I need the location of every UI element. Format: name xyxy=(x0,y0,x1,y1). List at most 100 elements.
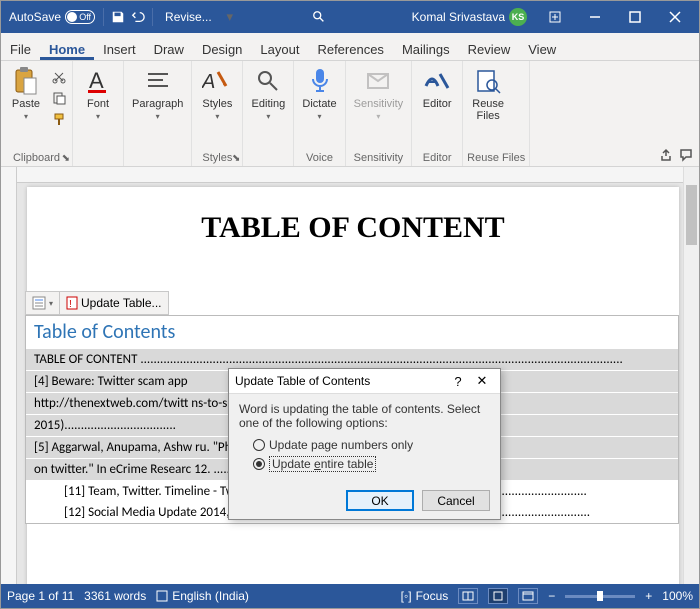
dialog-launcher-icon[interactable]: ⬊ xyxy=(62,153,70,164)
dialog-launcher-icon[interactable]: ⬊ xyxy=(232,153,240,164)
spellcheck-icon xyxy=(156,590,168,602)
styles-icon: A xyxy=(202,66,232,96)
paste-icon xyxy=(11,66,41,96)
sensitivity-button: Sensitivity▾ xyxy=(350,64,408,124)
ribbon-options-icon[interactable] xyxy=(535,1,575,33)
editing-button[interactable]: Editing▾ xyxy=(247,64,289,124)
group-label: Clipboard xyxy=(5,150,68,166)
page-title: TABLE OF CONTENT xyxy=(39,211,667,245)
radio-update-entire-table[interactable]: Update entire table xyxy=(253,454,490,474)
read-mode-icon[interactable] xyxy=(458,588,478,604)
tab-file[interactable]: File xyxy=(1,38,40,60)
close-button[interactable] xyxy=(655,1,695,33)
group-reuse: Reuse Files Reuse Files xyxy=(463,61,530,166)
group-font: A Font▾ xyxy=(73,61,124,166)
group-label: Voice xyxy=(298,150,340,166)
share-icon[interactable] xyxy=(659,148,673,162)
save-icon[interactable] xyxy=(108,7,128,27)
undo-icon[interactable] xyxy=(128,7,148,27)
search-icon[interactable] xyxy=(312,10,332,24)
toc-icon xyxy=(32,296,46,310)
chevron-down-icon[interactable]: ▾ xyxy=(220,7,240,27)
autosave-toggle[interactable]: AutoSave Off xyxy=(5,10,99,24)
autosave-label: AutoSave xyxy=(9,10,61,24)
radio-icon xyxy=(253,439,265,451)
radio-icon xyxy=(253,458,265,470)
group-editor: Editor Editor xyxy=(412,61,463,166)
group-paragraph: Paragraph▾ xyxy=(124,61,192,166)
language-indicator[interactable]: English (India) xyxy=(156,589,249,603)
tab-view[interactable]: View xyxy=(519,38,565,60)
tab-draw[interactable]: Draw xyxy=(145,38,193,60)
find-icon xyxy=(253,66,283,96)
focus-mode-button[interactable]: [◦] Focus xyxy=(401,589,449,603)
dialog-message: Word is updating the table of contents. … xyxy=(239,402,490,430)
zoom-out-button[interactable]: − xyxy=(548,589,555,603)
svg-text:A: A xyxy=(202,71,215,93)
toggle-off-icon[interactable]: Off xyxy=(65,10,95,24)
dictate-button[interactable]: Dictate▾ xyxy=(298,64,340,124)
update-table-button[interactable]: ! Update Table... xyxy=(60,292,168,314)
page-indicator[interactable]: Page 1 of 11 xyxy=(7,589,74,603)
cut-icon[interactable] xyxy=(50,68,68,86)
group-label: Reuse Files xyxy=(467,150,525,166)
zoom-in-button[interactable]: + xyxy=(645,589,652,603)
ribbon-tabs: File Home Insert Draw Design Layout Refe… xyxy=(1,33,699,61)
user-account[interactable]: Komal Srivastava KS xyxy=(412,8,527,26)
paragraph-button[interactable]: Paragraph▾ xyxy=(128,64,187,124)
user-name: Komal Srivastava xyxy=(412,10,505,24)
radio-label: Update entire table xyxy=(269,456,376,472)
ok-button[interactable]: OK xyxy=(346,490,414,511)
toc-menu-button[interactable]: ▾ xyxy=(26,292,60,314)
group-sensitivity: Sensitivity▾ Sensitivity xyxy=(346,61,413,166)
format-painter-icon[interactable] xyxy=(50,110,68,128)
copy-icon[interactable] xyxy=(50,89,68,107)
tab-design[interactable]: Design xyxy=(193,38,251,60)
close-icon[interactable]: ✕ xyxy=(470,373,494,389)
tab-mailings[interactable]: Mailings xyxy=(393,38,459,60)
svg-text:A: A xyxy=(89,68,104,93)
statusbar: Page 1 of 11 3361 words English (India) … xyxy=(1,584,699,608)
minimize-button[interactable] xyxy=(575,1,615,33)
toc-heading: Table of Contents xyxy=(26,316,678,348)
group-label: Editor xyxy=(416,150,458,166)
comments-icon[interactable] xyxy=(679,148,693,162)
horizontal-ruler xyxy=(17,167,683,183)
reuse-files-button[interactable]: Reuse Files xyxy=(467,64,509,124)
editor-button[interactable]: Editor xyxy=(416,64,458,112)
paste-button[interactable]: Paste▾ xyxy=(5,64,47,124)
group-clipboard: Paste▾ Clipboard ⬊ xyxy=(1,61,73,166)
update-toc-dialog: Update Table of Contents ? ✕ Word is upd… xyxy=(228,368,501,520)
web-layout-icon[interactable] xyxy=(518,588,538,604)
toc-row: TABLE OF CONTENT .......................… xyxy=(26,349,678,370)
styles-button[interactable]: A Styles▾ xyxy=(196,64,238,124)
update-icon: ! xyxy=(66,296,78,310)
word-count[interactable]: 3361 words xyxy=(84,589,146,603)
vertical-scrollbar[interactable] xyxy=(683,167,699,584)
print-layout-icon[interactable] xyxy=(488,588,508,604)
radio-update-page-numbers[interactable]: Update page numbers only xyxy=(253,436,490,454)
tab-layout[interactable]: Layout xyxy=(251,38,308,60)
maximize-button[interactable] xyxy=(615,1,655,33)
radio-label: Update page numbers only xyxy=(269,438,413,452)
tab-references[interactable]: References xyxy=(308,38,392,60)
dialog-title: Update Table of Contents xyxy=(235,374,446,388)
group-editing: Editing▾ xyxy=(243,61,294,166)
dialog-titlebar[interactable]: Update Table of Contents ? ✕ xyxy=(229,369,500,394)
toc-toolbar: ▾ ! Update Table... xyxy=(25,291,169,315)
zoom-slider[interactable] xyxy=(565,595,635,598)
tab-home[interactable]: Home xyxy=(40,38,94,60)
paragraph-icon xyxy=(143,66,173,96)
help-button[interactable]: ? xyxy=(446,374,470,389)
cancel-button[interactable]: Cancel xyxy=(422,490,490,511)
document-title[interactable]: Revise... xyxy=(165,10,212,24)
font-button[interactable]: A Font▾ xyxy=(77,64,119,124)
group-styles: A Styles▾ Styles ⬊ xyxy=(192,61,243,166)
tab-insert[interactable]: Insert xyxy=(94,38,145,60)
zoom-level[interactable]: 100% xyxy=(662,589,693,603)
tab-review[interactable]: Review xyxy=(459,38,520,60)
vertical-ruler xyxy=(1,167,17,584)
ribbon: Paste▾ Clipboard ⬊ A Font▾ Paragraph▾ xyxy=(1,61,699,167)
editor-icon xyxy=(422,66,452,96)
reuse-files-icon xyxy=(473,66,503,96)
